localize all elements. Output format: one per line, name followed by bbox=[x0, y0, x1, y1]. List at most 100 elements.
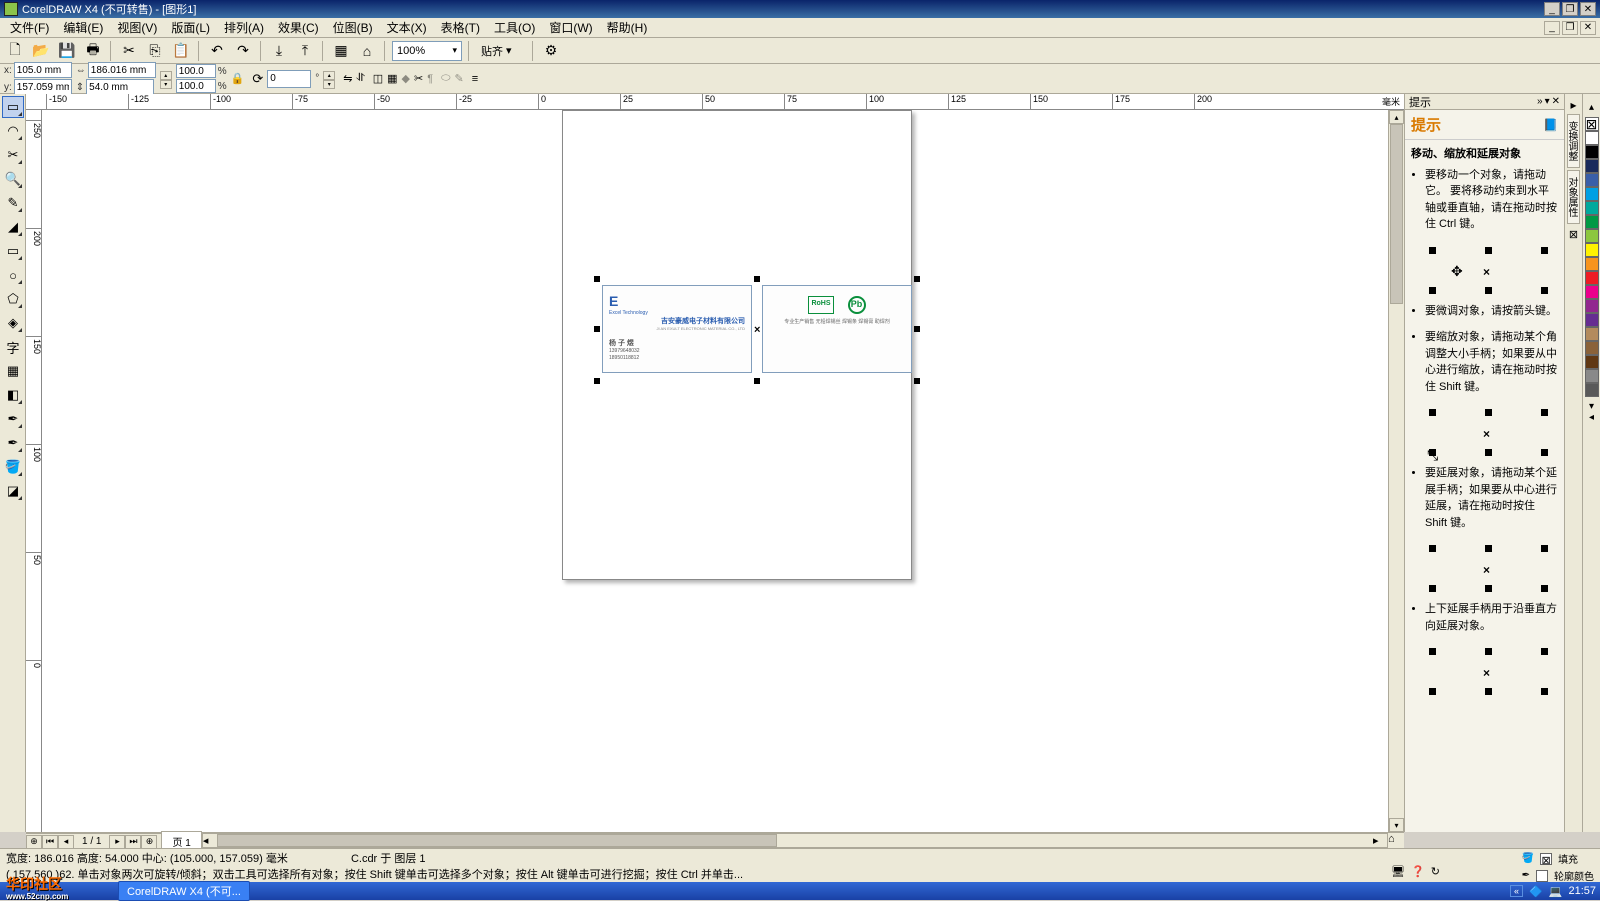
y-position-input[interactable] bbox=[14, 79, 72, 95]
save-button[interactable]: 💾 bbox=[56, 40, 78, 62]
open-button[interactable]: 📂 bbox=[30, 40, 52, 62]
eyedropper-tool[interactable]: ✒ bbox=[2, 408, 24, 430]
tray-lang-button[interactable]: « bbox=[1510, 885, 1523, 897]
mirror-v-button[interactable]: ⥯ bbox=[357, 72, 365, 85]
scroll-down-button[interactable]: ▾ bbox=[1389, 818, 1404, 832]
nav-view-button[interactable]: ⌂ bbox=[1388, 833, 1404, 848]
menu-帮助[interactable]: 帮助(H) bbox=[601, 17, 654, 38]
menu-视图[interactable]: 视图(V) bbox=[111, 17, 163, 38]
mirror-h-button[interactable]: ⇋ bbox=[343, 72, 352, 85]
lock-ratio-button[interactable]: 🔒 bbox=[231, 72, 245, 85]
zoom-tool[interactable]: 🔍 bbox=[2, 168, 24, 190]
interactive-tool[interactable]: ◧ bbox=[2, 384, 24, 406]
color-swatch[interactable] bbox=[1585, 341, 1599, 355]
scale-y-input[interactable] bbox=[176, 79, 216, 93]
interactive-fill-tool[interactable]: ◪ bbox=[2, 480, 24, 502]
ungroup-all-button[interactable]: ▦ bbox=[387, 72, 397, 85]
menu-位图[interactable]: 位图(B) bbox=[327, 17, 379, 38]
break-button[interactable]: ✂ bbox=[414, 72, 423, 85]
color-swatch[interactable] bbox=[1585, 173, 1599, 187]
book-icon[interactable]: 📘 bbox=[1543, 118, 1558, 132]
basic-shapes-tool[interactable]: ◈ bbox=[2, 312, 24, 334]
color-swatch[interactable] bbox=[1585, 131, 1599, 145]
color-swatch[interactable] bbox=[1585, 187, 1599, 201]
color-swatch[interactable] bbox=[1585, 271, 1599, 285]
selection-handle-w[interactable] bbox=[594, 326, 600, 332]
side-tab-transform[interactable]: 变换调整 bbox=[1567, 114, 1580, 168]
tray-icon-2[interactable]: 💻 bbox=[1549, 885, 1563, 898]
smart-fill-tool[interactable]: ◢ bbox=[2, 216, 24, 238]
ruler-horizontal[interactable]: 毫米-150-125-100-75-50-2502550751001251501… bbox=[26, 94, 1404, 110]
rotation-input[interactable] bbox=[267, 70, 311, 88]
color-swatch[interactable] bbox=[1585, 355, 1599, 369]
align-button[interactable]: ≡ bbox=[472, 73, 478, 85]
color-swatch[interactable] bbox=[1585, 215, 1599, 229]
redo-button[interactable]: ↷ bbox=[232, 40, 254, 62]
height-input[interactable] bbox=[86, 79, 154, 95]
selection-center[interactable]: × bbox=[754, 324, 760, 336]
edit-button[interactable]: ✎ bbox=[455, 72, 464, 85]
rectangle-tool[interactable]: ▭ bbox=[2, 240, 24, 262]
add-page-after-button[interactable]: ⊕ bbox=[141, 835, 157, 849]
selection-handle-n[interactable] bbox=[754, 276, 760, 282]
maximize-button[interactable]: ❐ bbox=[1562, 2, 1578, 16]
mdi-minimize-button[interactable]: _ bbox=[1544, 21, 1560, 35]
next-page-button[interactable]: ▸ bbox=[109, 835, 125, 849]
print-button[interactable]: 🖶 bbox=[82, 40, 104, 62]
status-icon-3[interactable]: ↻ bbox=[1431, 865, 1440, 878]
width-input[interactable] bbox=[88, 62, 156, 78]
shape-tool[interactable]: ◠ bbox=[2, 120, 24, 142]
color-swatch[interactable] bbox=[1585, 201, 1599, 215]
combine-button[interactable]: ◆ bbox=[402, 72, 410, 85]
size-spinner[interactable]: ▴▾ bbox=[160, 71, 172, 86]
scroll-up-button[interactable]: ▴ bbox=[1389, 110, 1404, 124]
color-swatch[interactable] bbox=[1585, 145, 1599, 159]
selection-handle-nw[interactable] bbox=[594, 276, 600, 282]
outline-indicator-icon[interactable]: ✒ bbox=[1522, 870, 1530, 881]
taskbar-app-button[interactable]: CorelDRAW X4 (不可... bbox=[118, 881, 250, 901]
tray-icon-1[interactable]: 🔷 bbox=[1529, 885, 1543, 898]
pick-tool[interactable]: ▭ bbox=[2, 96, 24, 118]
mdi-close-button[interactable]: ✕ bbox=[1580, 21, 1596, 35]
rotate-spinner[interactable]: ▴▾ bbox=[323, 71, 335, 86]
close-button[interactable]: ✕ bbox=[1580, 2, 1596, 16]
menu-版面[interactable]: 版面(L) bbox=[165, 17, 216, 38]
paste-button[interactable]: 📋 bbox=[170, 40, 192, 62]
app-launcher-button[interactable]: ▦ bbox=[330, 40, 352, 62]
import-button[interactable]: ⤓ bbox=[268, 40, 290, 62]
menu-排列[interactable]: 排列(A) bbox=[218, 17, 270, 38]
status-icon-1[interactable]: 🖥 bbox=[1391, 865, 1405, 878]
polygon-tool[interactable]: ⬠ bbox=[2, 288, 24, 310]
add-page-button[interactable]: ⊕ bbox=[26, 835, 42, 849]
color-swatch[interactable] bbox=[1585, 327, 1599, 341]
docker-collapse-button[interactable]: » bbox=[1537, 96, 1543, 107]
outline-swatch[interactable] bbox=[1536, 870, 1548, 882]
no-fill-swatch[interactable]: ⊠ bbox=[1585, 117, 1599, 131]
wrap-button[interactable]: ¶ bbox=[427, 73, 433, 85]
color-swatch[interactable] bbox=[1585, 159, 1599, 173]
drawing-canvas[interactable]: E Excel Technology 吉安豪威电子材料有限公司 JI AN EX… bbox=[42, 110, 1404, 832]
color-swatch[interactable] bbox=[1585, 257, 1599, 271]
menu-文件[interactable]: 文件(F) bbox=[4, 17, 55, 38]
menu-工具[interactable]: 工具(O) bbox=[488, 17, 541, 38]
first-page-button[interactable]: ⏮ bbox=[42, 835, 58, 849]
convert-curves-button[interactable]: ⬭ bbox=[441, 72, 450, 85]
snap-combo[interactable]: 贴齐 ▾ bbox=[476, 41, 526, 61]
menu-效果[interactable]: 效果(C) bbox=[272, 17, 325, 38]
export-button[interactable]: ⤒ bbox=[294, 40, 316, 62]
tab-close-icon[interactable]: ⊠ bbox=[1567, 228, 1580, 241]
side-tab-object-props[interactable]: 对象属性 bbox=[1567, 170, 1580, 224]
color-swatch[interactable] bbox=[1585, 243, 1599, 257]
color-swatch[interactable] bbox=[1585, 313, 1599, 327]
mdi-restore-button[interactable]: ❐ bbox=[1562, 21, 1578, 35]
fill-swatch[interactable]: ⊠ bbox=[1540, 853, 1552, 865]
copy-button[interactable]: ⎘ bbox=[144, 40, 166, 62]
ellipse-tool[interactable]: ○ bbox=[2, 264, 24, 286]
welcome-button[interactable]: ⌂ bbox=[356, 40, 378, 62]
vertical-scrollbar[interactable]: ▴ ▾ bbox=[1388, 110, 1404, 832]
zoom-combo[interactable]: 100% ▾ bbox=[392, 41, 462, 61]
palette-down-button[interactable]: ▾ bbox=[1583, 401, 1600, 412]
ungroup-button[interactable]: ◫ bbox=[373, 72, 383, 85]
palette-up-button[interactable]: ▴ bbox=[1583, 102, 1600, 113]
fill-indicator-icon[interactable]: 🪣 bbox=[1522, 853, 1534, 864]
